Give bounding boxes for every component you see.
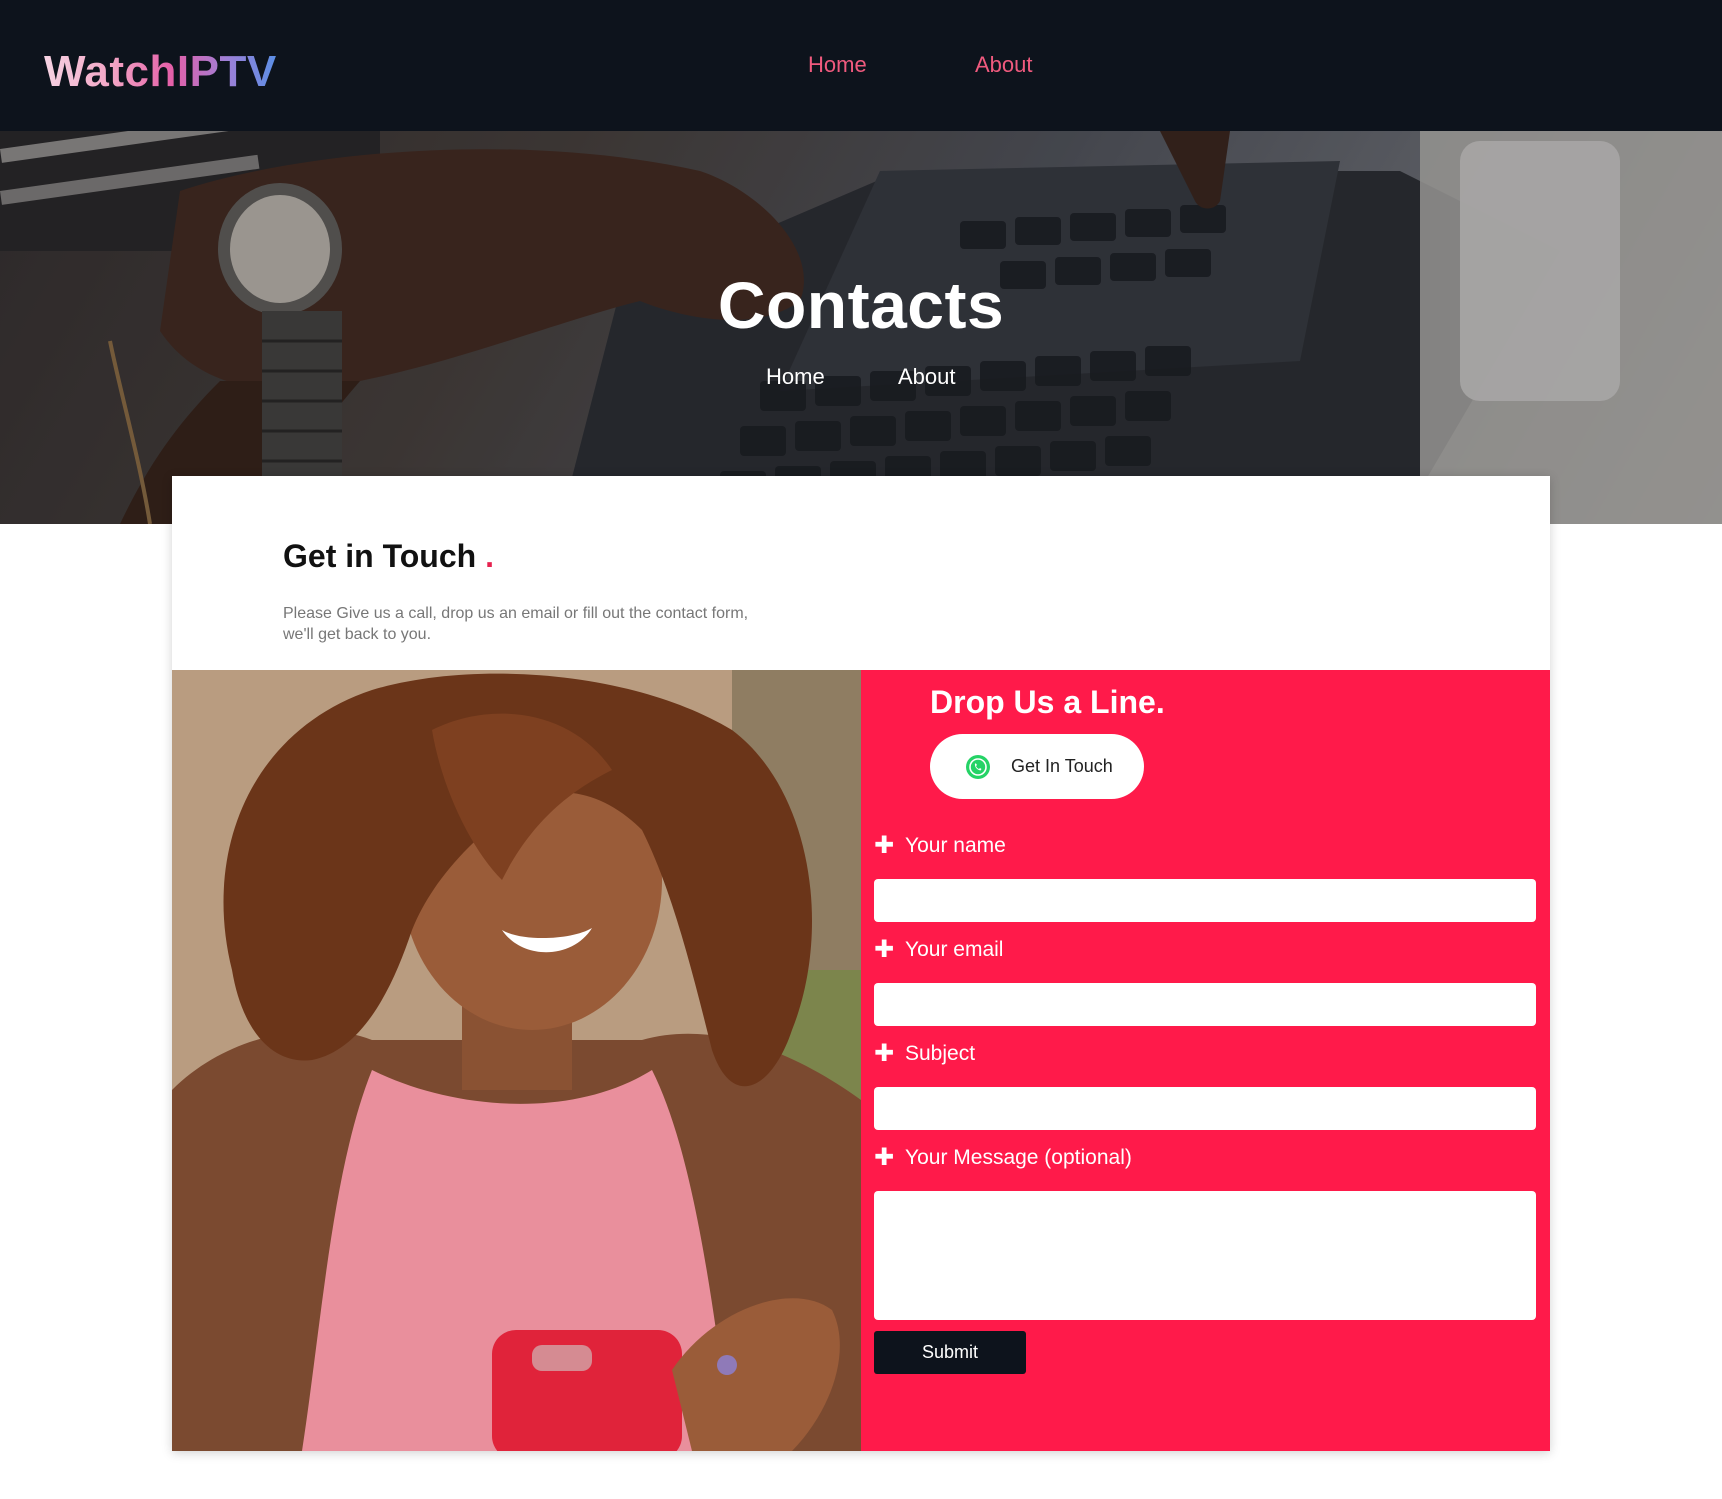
contact-title-dot: . [485,538,494,574]
main-nav: Home About [0,52,1722,82]
contact-description: Please Give us a call, drop us an email … [283,605,749,643]
email-input[interactable] [874,983,1536,1026]
name-field-label: ✚ Your name [874,834,1006,858]
message-field-label: ✚ Your Message (optional) [874,1146,1132,1170]
plus-icon: ✚ [874,832,895,859]
form-heading: Drop Us a Line. [930,684,1165,720]
contact-intro: Get in Touch . Please Give us a call, dr… [172,476,1550,670]
plus-icon: ✚ [874,936,895,963]
subject-input[interactable] [874,1087,1536,1130]
nav-link-home[interactable]: Home [808,52,867,78]
breadcrumb-link-home[interactable]: Home [766,364,825,390]
breadcrumb: Home About [0,364,1722,394]
contact-card: Get in Touch . Please Give us a call, dr… [172,476,1550,1451]
message-label-text: Your Message (optional) [905,1146,1132,1169]
whatsapp-button[interactable]: Get In Touch [930,734,1144,799]
whatsapp-button-label: Get In Touch [1011,756,1113,776]
contact-title: Get in Touch . [283,538,494,575]
hero-banner: Contacts Home About [0,131,1722,524]
woman-with-phone-image [172,670,861,1451]
whatsapp-icon [966,754,990,779]
message-textarea[interactable] [874,1191,1536,1320]
plus-icon: ✚ [874,1144,895,1171]
subject-field-label: ✚ Subject [874,1042,975,1066]
name-label-text: Your name [905,834,1006,857]
email-label-text: Your email [905,938,1004,961]
contact-form-panel: Drop Us a Line. Get In Touch ✚ Your name… [861,670,1550,1451]
breadcrumb-link-about[interactable]: About [898,364,956,390]
name-input[interactable] [874,879,1536,922]
subject-label-text: Subject [905,1042,976,1065]
submit-button[interactable]: Submit [874,1331,1026,1374]
email-field-label: ✚ Your email [874,938,1003,962]
contact-photo [172,670,861,1451]
nav-link-about[interactable]: About [975,52,1033,78]
top-navbar: WatchIPTV Home About [0,0,1722,131]
contact-title-text: Get in Touch [283,538,477,574]
page-title: Contacts [717,268,1005,342]
plus-icon: ✚ [874,1040,895,1067]
